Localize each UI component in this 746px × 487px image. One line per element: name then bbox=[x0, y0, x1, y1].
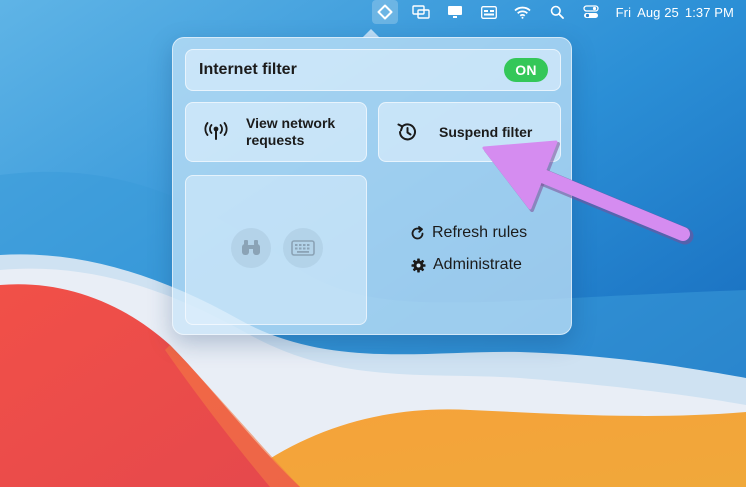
display-icon[interactable] bbox=[444, 0, 466, 24]
history-icon bbox=[393, 118, 421, 146]
arrow-shaft bbox=[531, 167, 690, 241]
keyboard-input-icon[interactable] bbox=[478, 0, 500, 24]
annotation-arrow bbox=[482, 140, 694, 245]
keyboard-icon[interactable] bbox=[283, 228, 323, 268]
antenna-icon bbox=[202, 118, 230, 146]
quick-actions-panel bbox=[185, 175, 367, 325]
filter-status-icon[interactable] bbox=[371, 0, 398, 24]
screen-mirroring-icon[interactable] bbox=[410, 0, 432, 24]
view-network-requests-button[interactable]: View network requests bbox=[185, 102, 367, 162]
internet-filter-row: Internet filter ON bbox=[185, 49, 561, 91]
internet-filter-title: Internet filter bbox=[199, 61, 297, 78]
gear-icon bbox=[410, 257, 426, 273]
wifi-icon[interactable] bbox=[512, 0, 534, 24]
view-network-requests-label: View network requests bbox=[246, 115, 336, 148]
refresh-icon bbox=[409, 225, 425, 241]
clock-day: Fri bbox=[615, 4, 632, 20]
clock-date: Aug 25 bbox=[637, 4, 679, 20]
internet-filter-toggle[interactable]: ON bbox=[504, 58, 548, 82]
control-center-icon[interactable] bbox=[580, 0, 602, 24]
spotlight-search-icon[interactable] bbox=[546, 0, 568, 24]
menu-bar: Fri Aug 25 1:37 PM bbox=[0, 0, 746, 24]
menu-bar-clock[interactable]: Fri Aug 25 1:37 PM bbox=[616, 0, 734, 24]
binoculars-icon[interactable] bbox=[231, 228, 271, 268]
clock-time: 1:37 PM bbox=[684, 4, 734, 20]
